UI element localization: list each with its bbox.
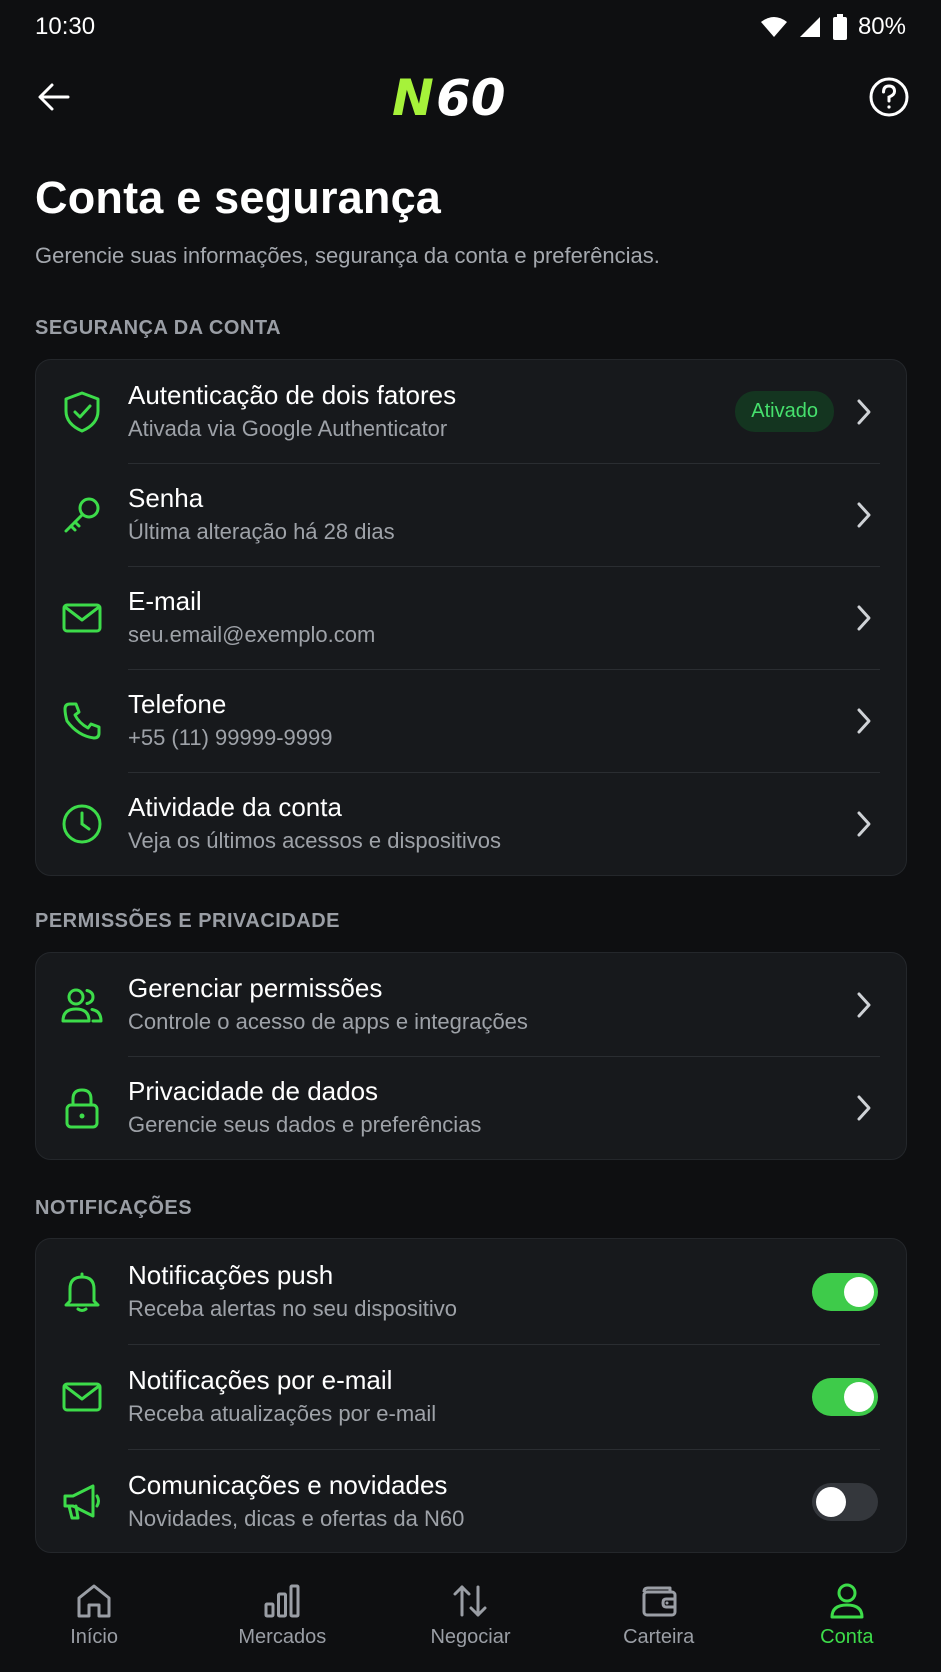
svg-text:60: 60 — [436, 72, 506, 122]
row-subtitle: seu.email@exemplo.com — [128, 622, 376, 647]
email-notifications-toggle[interactable] — [812, 1377, 878, 1416]
row-push-notifications: Notificações push Receba alertas no seu … — [36, 1239, 906, 1344]
brand-logo: N 60 — [392, 67, 552, 127]
mail-icon — [62, 1382, 102, 1411]
status-bar: 10:30 80% — [0, 0, 941, 54]
notifications-card: Notificações push Receba alertas no seu … — [35, 1238, 907, 1553]
row-subtitle: Controle o acesso de apps e integrações — [128, 1009, 528, 1034]
privacy-card: Gerenciar permissões Controle o acesso d… — [35, 952, 907, 1160]
row-communications: Comunicações e novidades Novidades, dica… — [36, 1449, 906, 1552]
nav-item-carteira[interactable]: Carteira — [568, 1582, 750, 1649]
toggle-knob — [816, 1486, 846, 1517]
bottom-nav: Início Mercados Negociar Carteira Conta — [0, 1562, 941, 1672]
row-subtitle: Veja os últimos acessos e dispositivos — [128, 828, 501, 853]
chevron-right-icon — [852, 396, 876, 428]
page-subtitle: Gerencie suas informações, segurança da … — [35, 243, 660, 268]
help-button[interactable] — [865, 73, 913, 121]
phone-icon — [63, 702, 101, 739]
nav-item-inicio[interactable]: Início — [3, 1582, 185, 1649]
row-title: Comunicações e novidades — [128, 1470, 448, 1500]
row-subtitle: +55 (11) 99999-9999 — [128, 725, 333, 750]
nav-item-conta[interactable]: Conta — [756, 1582, 938, 1649]
row-email-notifications: Notificações por e-mail Receba atualizaç… — [36, 1344, 906, 1449]
row-two-factor[interactable]: Autenticação de dois fatores Ativada via… — [36, 360, 906, 463]
app-header: N 60 — [0, 62, 941, 132]
row-subtitle: Novidades, dicas e ofertas da N60 — [128, 1506, 465, 1531]
chevron-right-icon — [852, 808, 876, 840]
row-title: Notificações push — [128, 1260, 334, 1290]
status-badge: Ativado — [735, 391, 834, 432]
row-title: Privacidade de dados — [128, 1076, 379, 1106]
nav-label: Negociar — [430, 1626, 511, 1648]
chevron-right-icon — [852, 1092, 876, 1124]
key-icon — [64, 497, 100, 532]
nav-item-mercados[interactable]: Mercados — [191, 1582, 373, 1649]
section-label-notifications: NOTIFICAÇÕES — [35, 1197, 193, 1219]
clock-icon — [62, 804, 102, 843]
nav-item-negociar[interactable]: Negociar — [379, 1582, 561, 1649]
row-subtitle: Gerencie seus dados e preferências — [128, 1112, 482, 1137]
row-account-activity[interactable]: Atividade da conta Veja os últimos acess… — [36, 772, 906, 875]
chevron-right-icon — [852, 989, 876, 1021]
toggle-knob — [844, 1381, 874, 1412]
users-icon — [61, 988, 103, 1022]
lock-icon — [65, 1088, 99, 1128]
mail-icon — [62, 603, 102, 632]
home-icon — [77, 1584, 111, 1618]
row-subtitle: Ativada via Google Authenticator — [128, 416, 448, 441]
row-title: Senha — [128, 483, 204, 513]
communications-toggle[interactable] — [812, 1482, 878, 1521]
row-title: Atividade da conta — [128, 792, 342, 822]
screen: 10:30 80% N 60 Conta e segurança Gerenci… — [0, 0, 941, 1672]
row-title: Gerenciar permissões — [128, 973, 383, 1003]
security-card: Autenticação de dois fatores Ativada via… — [35, 359, 907, 876]
svg-text:N: N — [392, 72, 434, 122]
row-title: Telefone — [128, 689, 227, 719]
row-password[interactable]: Senha Última alteração há 28 dias — [36, 463, 906, 566]
megaphone-icon — [63, 1484, 100, 1519]
row-title: E-mail — [128, 586, 202, 616]
section-label-privacy: PERMISSÕES E PRIVACIDADE — [35, 910, 341, 932]
user-icon — [830, 1583, 864, 1619]
row-data-privacy[interactable]: Privacidade de dados Gerencie seus dados… — [36, 1056, 906, 1159]
swap-arrows-icon — [453, 1585, 487, 1617]
help-icon — [869, 77, 909, 117]
row-manage-permissions[interactable]: Gerenciar permissões Controle o acesso d… — [36, 953, 906, 1056]
nav-label: Início — [70, 1626, 118, 1648]
row-phone[interactable]: Telefone +55 (11) 99999-9999 — [36, 669, 906, 772]
arrow-left-icon — [38, 83, 70, 111]
status-time: 10:30 — [35, 13, 96, 40]
nav-label: Mercados — [238, 1626, 327, 1648]
chevron-right-icon — [852, 705, 876, 737]
wallet-icon — [642, 1586, 677, 1617]
battery-percent: 80% — [857, 13, 906, 40]
nav-label: Carteira — [623, 1626, 695, 1648]
back-button[interactable] — [30, 73, 78, 121]
row-subtitle: Receba atualizações por e-mail — [128, 1401, 437, 1426]
toggle-knob — [844, 1276, 874, 1307]
row-title: Notificações por e-mail — [128, 1365, 393, 1395]
row-email[interactable]: E-mail seu.email@exemplo.com — [36, 566, 906, 669]
bar-chart-icon — [264, 1584, 300, 1618]
bell-icon — [64, 1272, 100, 1312]
row-subtitle: Última alteração há 28 dias — [128, 519, 395, 544]
section-label-security: SEGURANÇA DA CONTA — [35, 317, 282, 339]
chevron-right-icon — [852, 499, 876, 531]
push-notifications-toggle[interactable] — [812, 1272, 878, 1311]
page-title: Conta e segurança — [35, 172, 442, 223]
signal-icon — [798, 15, 822, 39]
chevron-right-icon — [852, 602, 876, 634]
wifi-icon — [760, 15, 788, 39]
shield-check-icon — [64, 391, 100, 432]
status-icons: 80% — [760, 13, 906, 41]
row-title: Autenticação de dois fatores — [128, 380, 457, 410]
battery-icon — [832, 14, 848, 40]
nav-label: Conta — [820, 1626, 874, 1648]
row-subtitle: Receba alertas no seu dispositivo — [128, 1296, 457, 1321]
